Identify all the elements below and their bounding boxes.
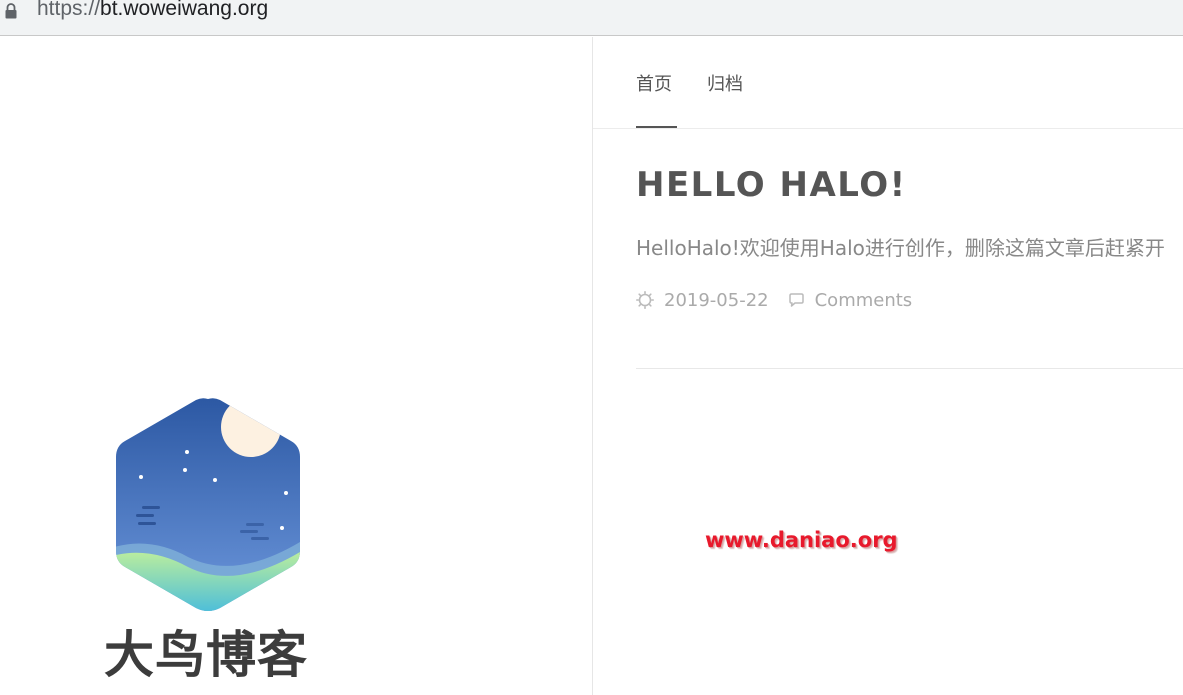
logo-hexagon-night-icon[interactable] [108,397,308,611]
post-divider [636,368,1183,369]
active-nav-underline [636,126,677,128]
sun-icon [636,291,654,309]
site-logo-text[interactable]: 大鸟博客 [104,615,308,687]
post-comments-link[interactable]: Comments [815,290,913,311]
post-excerpt: HelloHalo!欢迎使用Halo进行创作，删除这篇文章后赶紧开 [636,236,1165,260]
main-content: 首页 归档 HELLO HALO! HelloHalo!欢迎使用Halo进行创作… [593,37,1183,695]
post-date: 2019-05-22 [664,290,769,311]
watermark-text: www.daniao.org [705,528,898,552]
url-text[interactable]: https://bt.woweiwang.org [37,0,268,21]
lock-icon [5,3,17,19]
url-host: bt.woweiwang.org [100,0,269,20]
top-navigation: 首页 归档 [593,37,1183,129]
url-scheme: https:// [37,0,101,20]
sidebar-panel: 大鸟博客 [0,37,593,695]
nav-item-archive[interactable]: 归档 [707,70,743,96]
post-meta: 2019-05-22 Comments [636,290,912,314]
post-title[interactable]: HELLO HALO! [636,165,907,205]
browser-address-bar[interactable]: https://bt.woweiwang.org [0,0,1183,36]
nav-item-home[interactable]: 首页 [636,70,672,96]
comment-bubble-icon [788,293,804,307]
